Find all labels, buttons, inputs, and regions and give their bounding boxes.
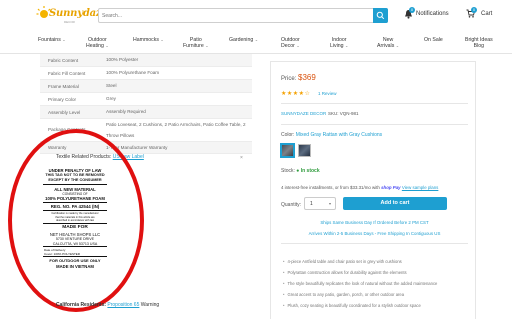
spec-value: Assembly Required bbox=[106, 109, 146, 114]
notifications-button[interactable]: 0 Notifications bbox=[404, 7, 458, 22]
quantity-label: Quantity: bbox=[281, 202, 302, 208]
chevron-down-icon: ⌄ bbox=[395, 43, 400, 48]
chevron-down-icon: ⌄ bbox=[205, 43, 209, 48]
shipping-note-same-day: Ships Same Business Day If Ordered Befor… bbox=[320, 220, 429, 225]
divider bbox=[281, 243, 468, 244]
check-icon: ● bbox=[296, 168, 300, 174]
top-header: Sunnydaze DECOR 0 Notifications 0 Cart bbox=[0, 0, 512, 33]
spec-key: Fabric Content bbox=[48, 58, 79, 63]
price-value: $369 bbox=[298, 73, 316, 82]
color-label: Color: bbox=[281, 132, 295, 138]
nav-hammocks[interactable]: Hammocks ⌄ bbox=[133, 37, 164, 43]
chevron-down-icon: ▾ bbox=[328, 201, 331, 206]
shop-pay-logo: shop Pay bbox=[381, 185, 401, 190]
feature-bullet: Plush, cozy seating is beautifully coord… bbox=[283, 303, 420, 308]
feature-bullet: 4-piece Antfield table and chair patio s… bbox=[283, 259, 401, 264]
spec-row: Assembly Level Assembly Required bbox=[40, 106, 252, 119]
nav-label: On Sale bbox=[424, 37, 443, 43]
nav-outdoor-decor[interactable]: Outdoor Decor ⌄ bbox=[281, 37, 300, 49]
cart-button[interactable]: 0 Cart bbox=[466, 7, 500, 22]
nav-label: Fountains bbox=[38, 37, 61, 43]
california-warning: California Residents: Proposition 65 War… bbox=[56, 302, 159, 308]
spec-row: Fabric Content 100% Polyester bbox=[40, 54, 252, 67]
divider bbox=[281, 124, 468, 125]
close-icon[interactable]: × bbox=[240, 155, 243, 161]
proposition-65-link[interactable]: Proposition 65 bbox=[107, 302, 139, 308]
notifications-count-badge: 0 bbox=[409, 7, 415, 13]
notifications-label: Notifications bbox=[416, 11, 449, 17]
nav-outdoor-heating[interactable]: Outdoor Heating ⌄ bbox=[86, 37, 109, 49]
nav-sublabel: Arrivals bbox=[377, 43, 395, 49]
cart-label: Cart bbox=[481, 11, 493, 17]
price-row: Price: $369 bbox=[281, 73, 316, 82]
logo-tagline: DECOR bbox=[64, 20, 75, 24]
spec-key: Frame Material bbox=[48, 84, 79, 89]
nav-new-arrivals[interactable]: New Arrivals ⌄ bbox=[377, 37, 399, 49]
spec-key: Primary Color bbox=[48, 97, 77, 102]
nav-sublabel: Decor bbox=[281, 43, 295, 49]
nav-sublabel: Blog bbox=[473, 43, 485, 49]
feature-bullet: The style beautifully replicates the loo… bbox=[283, 281, 437, 286]
main-nav: Fountains ⌄ Outdoor Heating ⌄ Hammocks ⌄ … bbox=[0, 33, 512, 54]
spec-value: Patio Loveseat, 2 Cushions, 2 Patio Armc… bbox=[106, 122, 246, 138]
quantity-select[interactable]: 1 ▾ bbox=[304, 197, 336, 210]
spec-key: Fabric Fill Content bbox=[48, 71, 86, 76]
sku-text: SKU: VQN-981 bbox=[328, 111, 359, 116]
sunnydaze-logo[interactable]: Sunnydaze DECOR bbox=[36, 5, 108, 27]
chevron-down-icon: ⌄ bbox=[105, 43, 109, 48]
spec-value: Steel bbox=[106, 83, 117, 88]
chevron-down-icon: ⌄ bbox=[345, 43, 349, 48]
nav-sublabel: Heating bbox=[86, 43, 104, 49]
nav-on-sale[interactable]: On Sale bbox=[424, 37, 443, 43]
chevron-down-icon: ⌄ bbox=[296, 43, 300, 48]
ca-warning-label: California Residents: bbox=[56, 302, 107, 308]
color-value: Mixed Gray Rattan with Gray Cushions bbox=[295, 132, 383, 138]
search-box bbox=[98, 8, 388, 23]
shipping-note-arrival: Arrives Within 2-5 Business Days - Free … bbox=[308, 231, 441, 236]
reviews-link[interactable]: 1 Review bbox=[318, 91, 337, 96]
ca-warning-suffix: Warning bbox=[140, 302, 160, 308]
color-row: Color: Mixed Gray Rattan with Gray Cushi… bbox=[281, 132, 382, 138]
search-input[interactable] bbox=[102, 10, 372, 21]
color-swatch-blue[interactable] bbox=[298, 144, 311, 157]
nav-sublabel: Living bbox=[330, 43, 344, 49]
add-to-cart-button[interactable]: Add to cart bbox=[343, 197, 447, 210]
red-annotation-oval bbox=[8, 129, 144, 312]
feature-bullet: Great accent to any patio, garden, porch… bbox=[283, 292, 404, 297]
nav-label: Gardening bbox=[229, 37, 254, 43]
color-swatch-gray[interactable] bbox=[280, 143, 295, 158]
stock-label: Stock: bbox=[281, 168, 295, 174]
brand-link[interactable]: SUNNYDAZE DECOR bbox=[281, 111, 326, 116]
spec-row: Frame Material Steel bbox=[40, 80, 252, 93]
spec-value: 100% Polyester bbox=[106, 57, 139, 62]
search-button[interactable] bbox=[373, 8, 388, 23]
stock-value: In stock bbox=[300, 168, 320, 174]
nav-indoor-living[interactable]: Indoor Living ⌄ bbox=[330, 37, 348, 49]
spec-row: Primary Color Grey bbox=[40, 93, 252, 106]
stock-row: Stock: ● In stock bbox=[281, 168, 320, 174]
installments-row: 4 interest-free installments, or from $3… bbox=[281, 185, 438, 190]
cart-count-badge: 0 bbox=[471, 7, 477, 13]
divider bbox=[281, 103, 468, 104]
search-icon bbox=[376, 11, 385, 20]
spec-value: 100% Polyurethane Foam bbox=[106, 70, 160, 75]
feature-bullet: Polyrattan construction allows for durab… bbox=[283, 270, 406, 275]
quantity-value: 1 bbox=[310, 201, 313, 207]
nav-gardening[interactable]: Gardening ⌄ bbox=[229, 37, 258, 43]
nav-label: Hammocks bbox=[133, 37, 159, 43]
nav-bright-ideas-blog[interactable]: Bright Ideas Blog bbox=[465, 37, 493, 49]
chevron-down-icon: ⌄ bbox=[254, 37, 259, 42]
spec-key: Assembly Level bbox=[48, 110, 81, 115]
rating-stars-icon: ★★★★☆ bbox=[281, 91, 311, 97]
chevron-down-icon: ⌄ bbox=[160, 37, 164, 42]
installments-text: 4 interest-free installments, or from $3… bbox=[281, 185, 380, 190]
view-sample-plans-link[interactable]: View sample plans bbox=[402, 185, 439, 190]
chevron-down-icon: ⌄ bbox=[62, 37, 66, 42]
nav-fountains[interactable]: Fountains ⌄ bbox=[38, 37, 66, 43]
spec-row: Fabric Fill Content 100% Polyurethane Foa… bbox=[40, 67, 252, 80]
price-label: Price: bbox=[281, 76, 297, 82]
nav-patio-furniture[interactable]: Patio Furniture ⌄ bbox=[183, 37, 209, 49]
nav-sublabel: Furniture bbox=[183, 43, 204, 49]
spec-value: Grey bbox=[106, 96, 116, 101]
